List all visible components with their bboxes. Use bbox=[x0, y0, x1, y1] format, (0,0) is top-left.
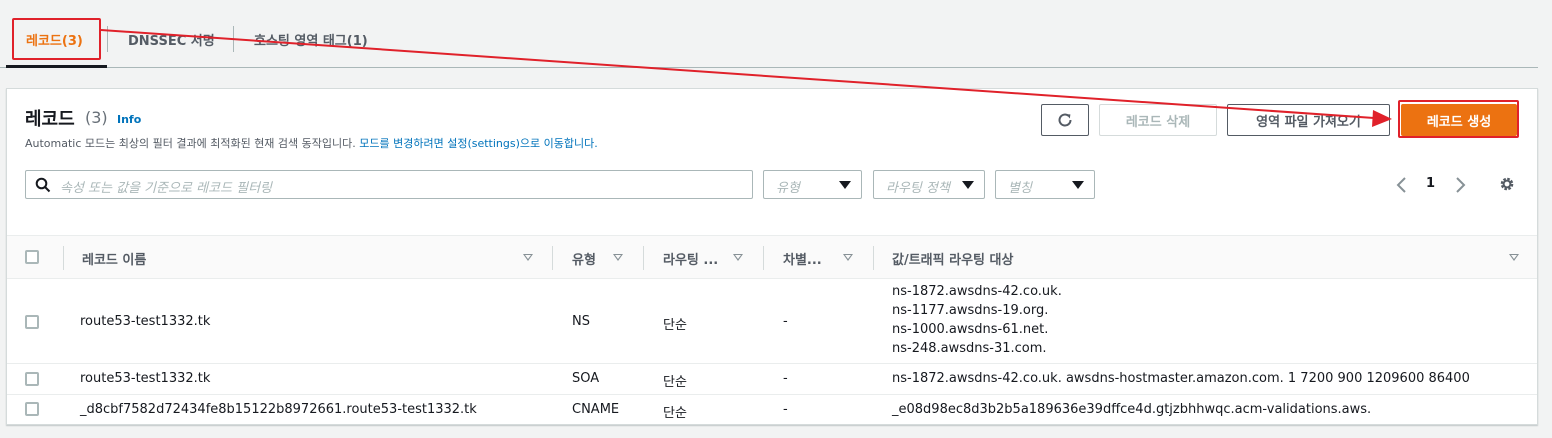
panel-title: 레코드 bbox=[25, 109, 75, 130]
table-row[interactable]: _d8cbf7582d72434fe8b15122b8972661.route5… bbox=[7, 395, 1537, 425]
sort-icon[interactable] bbox=[613, 254, 623, 261]
record-value-line: ns-1000.awsdns-61.net. bbox=[892, 322, 1049, 337]
record-value-line: ns-1177.awsdns-19.org. bbox=[892, 303, 1049, 318]
tab-bar: 레코드(3) DNSSEC 서명 호스팅 영역 태그(1) bbox=[0, 0, 1538, 68]
record-values: ns-1872.awsdns-42.co.uk. ns-1177.awsdns-… bbox=[892, 282, 1062, 358]
type-filter-select[interactable]: 유형 bbox=[763, 170, 862, 199]
records-panel: 레코드 (3) Info Automatic 모드는 최상의 필터 결과에 최적… bbox=[6, 88, 1538, 425]
record-name: route53-test1332.tk bbox=[80, 371, 211, 386]
routing-filter-placeholder: 라우팅 정책 bbox=[886, 181, 950, 196]
table-row[interactable]: route53-test1332.tk SOA 단순 - ns-1872.aws… bbox=[7, 364, 1537, 395]
record-value-line: ns-248.awsdns-31.com. bbox=[892, 341, 1047, 356]
page-number[interactable]: 1 bbox=[1426, 176, 1435, 191]
type-filter-placeholder: 유형 bbox=[776, 181, 800, 196]
record-type: CNAME bbox=[572, 402, 620, 417]
column-header-differentiator[interactable]: 차별... bbox=[783, 249, 822, 268]
caret-down-icon bbox=[839, 181, 851, 189]
record-value-line: _e08d98ec8d3b2b5a189636e39dffce4d.gtjzbh… bbox=[892, 402, 1372, 417]
row-checkbox[interactable] bbox=[25, 315, 39, 329]
delete-record-button[interactable]: 레코드 삭제 bbox=[1099, 104, 1217, 136]
column-header-type[interactable]: 유형 bbox=[572, 249, 596, 268]
column-header-routing[interactable]: 라우팅 ... bbox=[663, 249, 718, 268]
alias-filter-placeholder: 별칭 bbox=[1008, 181, 1032, 196]
annotation-highlight-tab bbox=[12, 18, 101, 60]
import-zone-file-button[interactable]: 영역 파일 가져오기 bbox=[1227, 104, 1390, 136]
panel-description: Automatic 모드는 최상의 필터 결과에 최적화된 현재 검색 동작입니… bbox=[25, 135, 598, 151]
table-row[interactable]: route53-test1332.tk NS 단순 - ns-1872.awsd… bbox=[7, 279, 1537, 364]
column-header-record-name[interactable]: 레코드 이름 bbox=[82, 249, 146, 268]
record-value-line: ns-1872.awsdns-42.co.uk. awsdns-hostmast… bbox=[892, 371, 1470, 386]
tab-divider bbox=[107, 26, 108, 52]
record-name: _d8cbf7582d72434fe8b15122b8972661.route5… bbox=[80, 402, 477, 417]
gear-icon[interactable] bbox=[1498, 175, 1516, 193]
settings-link[interactable]: 모드를 변경하려면 설정(settings)으로 이동합니다. bbox=[359, 137, 597, 150]
info-link[interactable]: Info bbox=[117, 113, 141, 126]
record-count: (3) bbox=[85, 108, 108, 127]
row-checkbox[interactable] bbox=[25, 372, 39, 386]
row-checkbox[interactable] bbox=[25, 402, 39, 416]
table-header: 레코드 이름 유형 라우팅 ... 차별... 값/트래픽 라우팅 대상 bbox=[7, 235, 1537, 279]
select-all-checkbox[interactable] bbox=[25, 250, 39, 264]
tab-dnssec[interactable]: DNSSEC 서명 bbox=[128, 30, 215, 49]
sort-icon[interactable] bbox=[1509, 254, 1519, 261]
caret-down-icon bbox=[1072, 181, 1084, 189]
tab-active-indicator bbox=[6, 65, 107, 68]
column-divider bbox=[63, 246, 64, 270]
record-routing: 단순 bbox=[663, 406, 687, 421]
record-value-line: ns-1872.awsdns-42.co.uk. bbox=[892, 284, 1062, 299]
refresh-button[interactable] bbox=[1041, 104, 1089, 136]
search-placeholder: 속성 또는 값을 기준으로 레코드 필터링 bbox=[60, 181, 273, 196]
record-type: NS bbox=[572, 314, 590, 329]
tab-hosted-zone-tags[interactable]: 호스팅 영역 태그(1) bbox=[254, 30, 368, 49]
chevron-right-icon[interactable] bbox=[1453, 176, 1467, 194]
refresh-icon bbox=[1058, 113, 1072, 127]
column-divider bbox=[763, 246, 764, 270]
record-routing: 단순 bbox=[663, 375, 687, 390]
record-routing: 단순 bbox=[663, 318, 687, 333]
alias-filter-select[interactable]: 별칭 bbox=[995, 170, 1095, 199]
annotation-highlight-button bbox=[1398, 100, 1519, 138]
column-divider bbox=[873, 246, 874, 270]
search-icon bbox=[35, 177, 51, 193]
record-type: SOA bbox=[572, 371, 600, 386]
tab-divider bbox=[233, 26, 234, 52]
chevron-left-icon[interactable] bbox=[1395, 176, 1409, 194]
record-name: route53-test1332.tk bbox=[80, 314, 211, 329]
sort-icon[interactable] bbox=[733, 254, 743, 261]
caret-down-icon bbox=[962, 181, 974, 189]
sort-icon[interactable] bbox=[523, 254, 533, 261]
column-divider bbox=[552, 246, 553, 270]
record-differentiator: - bbox=[783, 371, 788, 386]
filter-search-input[interactable]: 속성 또는 값을 기준으로 레코드 필터링 bbox=[25, 170, 753, 199]
routing-policy-filter-select[interactable]: 라우팅 정책 bbox=[873, 170, 985, 199]
description-text: Automatic 모드는 최상의 필터 결과에 최적화된 현재 검색 동작입니… bbox=[25, 137, 356, 150]
column-divider bbox=[643, 246, 644, 270]
record-differentiator: - bbox=[783, 314, 788, 329]
sort-icon[interactable] bbox=[843, 254, 853, 261]
record-differentiator: - bbox=[783, 402, 788, 417]
column-header-value[interactable]: 값/트래픽 라우팅 대상 bbox=[892, 249, 1013, 268]
